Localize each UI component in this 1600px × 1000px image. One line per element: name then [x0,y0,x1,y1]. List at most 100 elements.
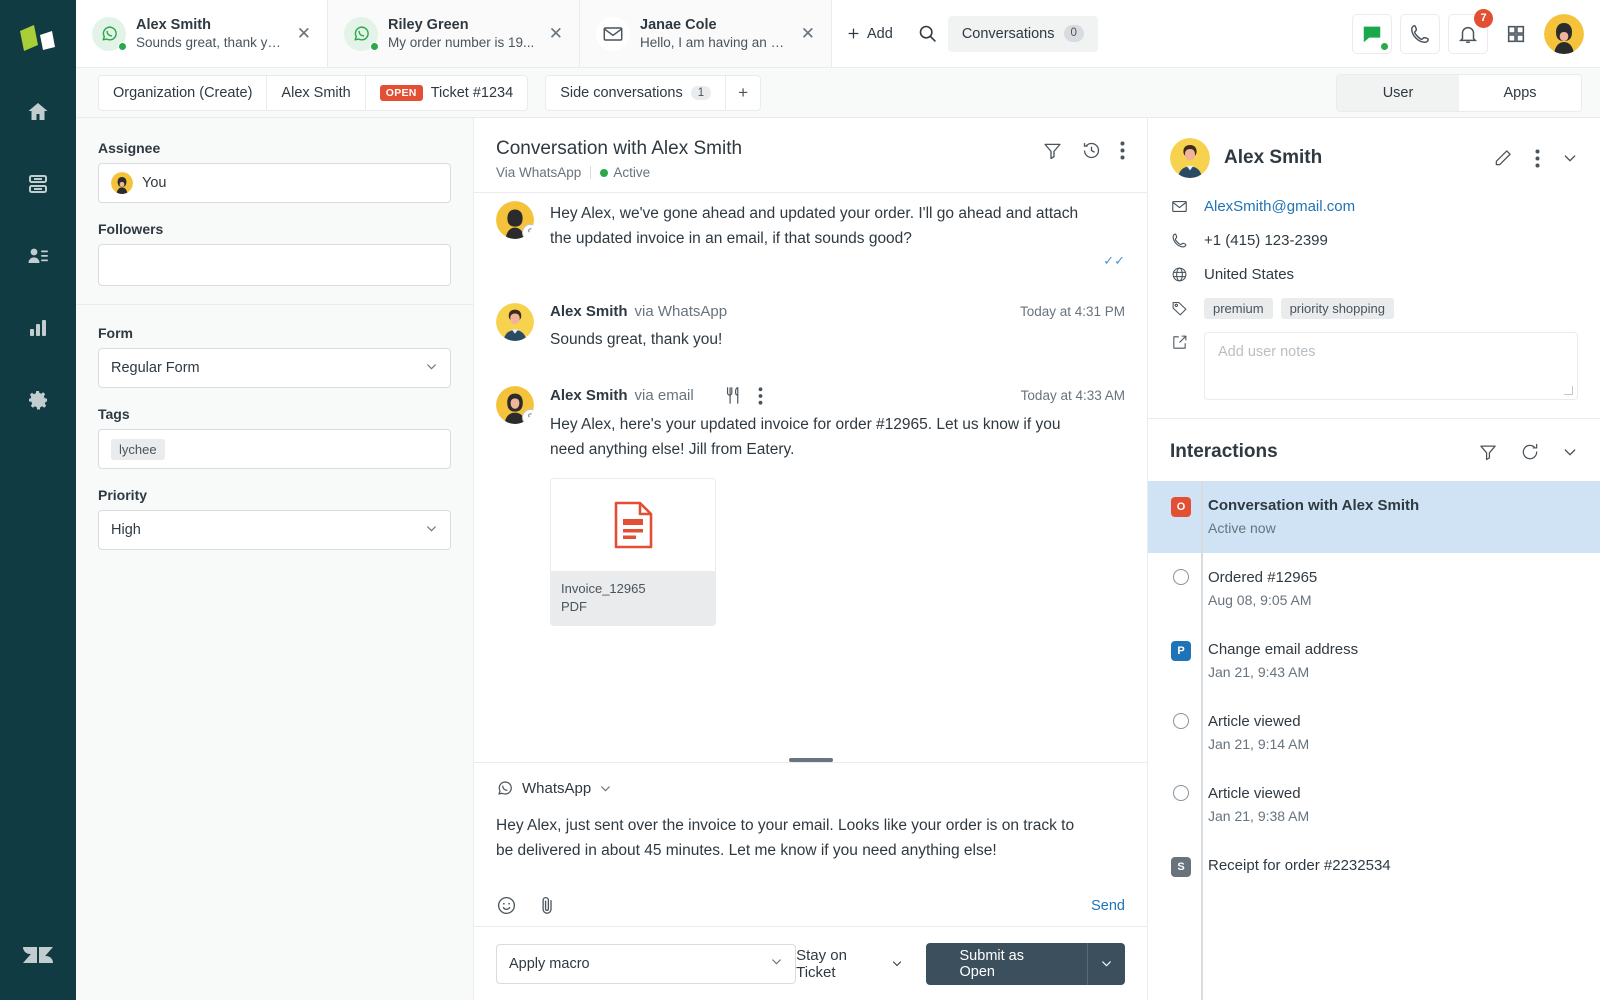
chevron-down-icon [770,955,783,972]
tab-preview: Hello, I am having an is... [640,34,787,52]
timeline-item[interactable]: S Receipt for order #2232534 [1148,841,1600,892]
messaging-button[interactable] [1352,14,1392,54]
attachment-preview [551,479,715,571]
message-actions [725,386,763,405]
user-name: Alex Smith [1224,147,1322,169]
breadcrumb-user[interactable]: Alex Smith [266,75,365,111]
emoji-icon[interactable] [496,895,517,916]
refresh-icon[interactable] [1520,442,1540,462]
email-icon [596,17,630,51]
divider [590,166,591,179]
timeline-item[interactable]: Article viewed Jan 21, 9:38 AM [1148,769,1600,841]
close-icon[interactable]: ✕ [797,21,819,46]
history-icon[interactable] [1081,140,1102,161]
apply-macro-select[interactable]: Apply macro [496,944,796,984]
close-icon[interactable]: ✕ [293,21,315,46]
customers-icon[interactable] [16,234,60,278]
edit-icon[interactable] [1493,148,1513,168]
tab-title: Alex Smith [136,16,283,34]
user-email[interactable]: AlexSmith@gmail.com [1204,196,1355,217]
message-meta: Alex Smith via email [550,386,1125,405]
composer-input[interactable]: Hey Alex, just sent over the invoice to … [496,813,1081,863]
tab-user[interactable]: User [1337,75,1459,111]
whatsapp-icon [344,17,378,51]
attachment-icon[interactable] [537,895,558,916]
send-button[interactable]: Send [1091,898,1125,914]
side-conversations-group: Side conversations 1 + [545,75,760,111]
settings-icon[interactable] [16,378,60,422]
followers-input[interactable] [98,244,451,286]
assignee-input[interactable]: You [98,163,451,203]
notes-icon [1170,332,1188,351]
tags-input[interactable]: lychee [98,429,451,469]
interactions-title: Interactions [1170,441,1278,463]
more-options-icon[interactable] [1535,149,1540,168]
avatar[interactable] [1544,14,1584,54]
submit-options-button[interactable] [1087,943,1125,985]
timeline-item[interactable]: Article viewed Jan 21, 9:14 AM [1148,697,1600,769]
submit-as-open-button[interactable]: Submit as Open [926,943,1088,985]
add-tab-button[interactable]: Add [832,0,907,67]
form-select[interactable]: Regular Form [98,348,451,388]
conversation-tab-alex-smith[interactable]: Alex Smith Sounds great, thank you! ✕ [76,0,328,67]
composer-resize-handle[interactable] [474,752,1147,762]
apps-grid-button[interactable] [1496,14,1536,54]
side-conversations-button[interactable]: Side conversations 1 [545,75,726,111]
apply-macro-label: Apply macro [509,956,590,972]
message-author: Alex Smith [550,387,628,404]
views-icon[interactable] [16,162,60,206]
home-icon[interactable] [16,90,60,134]
form-value: Regular Form [111,360,200,376]
followers-field: Followers [98,221,451,286]
rail-icon-list [16,90,60,422]
timeline-text: Article viewed Jan 21, 9:38 AM [1208,783,1309,827]
agent-badge-icon [522,224,534,239]
attachment-card[interactable]: Invoice_12965 PDF [550,478,716,626]
email-icon [1170,196,1188,215]
message-body: Alex Smith via WhatsApp Today at 4:31 PM… [550,303,1125,352]
add-side-conversation-button[interactable]: + [725,75,761,111]
timeline-item[interactable]: P Change email address Jan 21, 9:43 AM [1148,625,1600,697]
breadcrumb-ticket[interactable]: OPEN Ticket #1234 [365,75,528,111]
filter-icon[interactable] [1042,140,1063,161]
chevron-down-icon[interactable] [1562,444,1578,460]
user-tag[interactable]: priority shopping [1281,298,1394,319]
more-options-icon[interactable] [758,387,763,405]
add-label: Add [867,26,893,42]
message-item: Alex Smith via WhatsApp Today at 4:31 PM… [496,303,1125,352]
more-options-icon[interactable] [1120,141,1125,160]
priority-select[interactable]: High [98,510,451,550]
restaurant-app-icon[interactable] [725,386,742,405]
conversation-tab-janae-cole[interactable]: Janae Cole Hello, I am having an is... ✕ [580,0,832,67]
attachment-filetype: PDF [561,598,705,616]
reporting-icon[interactable] [16,306,60,350]
whatsapp-icon [92,17,126,51]
online-status-dot [370,42,379,51]
tab-title: Riley Green [388,16,535,34]
notifications-button[interactable]: 7 [1448,14,1488,54]
chevron-down-icon[interactable] [1562,150,1578,166]
conversation-status: Active [600,165,650,180]
filter-icon[interactable] [1478,442,1498,462]
global-nav-rail [0,0,76,1000]
conversation-tab-riley-green[interactable]: Riley Green My order number is 19... ✕ [328,0,580,67]
conversations-label: Conversations [962,26,1055,42]
timeline-title: Ordered #12965 [1208,569,1317,586]
breadcrumb-organization[interactable]: Organization (Create) [98,75,267,111]
user-notes-input[interactable]: Add user notes [1204,332,1578,400]
tab-apps[interactable]: Apps [1459,75,1581,111]
composer-channel-select[interactable]: WhatsApp [496,779,1125,797]
assignee-value: You [142,175,166,191]
search-button[interactable] [907,0,948,67]
stay-on-ticket-select[interactable]: Stay on Ticket [796,947,903,981]
message-list: Hey Alex, we've gone ahead and updated y… [474,193,1147,752]
tag-chip[interactable]: lychee [111,439,165,460]
close-icon[interactable]: ✕ [545,21,567,46]
talk-button[interactable] [1400,14,1440,54]
user-tag[interactable]: premium [1204,298,1273,319]
conversations-button[interactable]: Conversations 0 [948,16,1098,52]
tab-preview: Sounds great, thank you! [136,34,283,52]
timeline-subtitle: Active now [1208,518,1419,539]
timeline-item[interactable]: O Conversation with Alex Smith Active no… [1148,481,1600,553]
timeline-item[interactable]: Ordered #12965 Aug 08, 9:05 AM [1148,553,1600,625]
